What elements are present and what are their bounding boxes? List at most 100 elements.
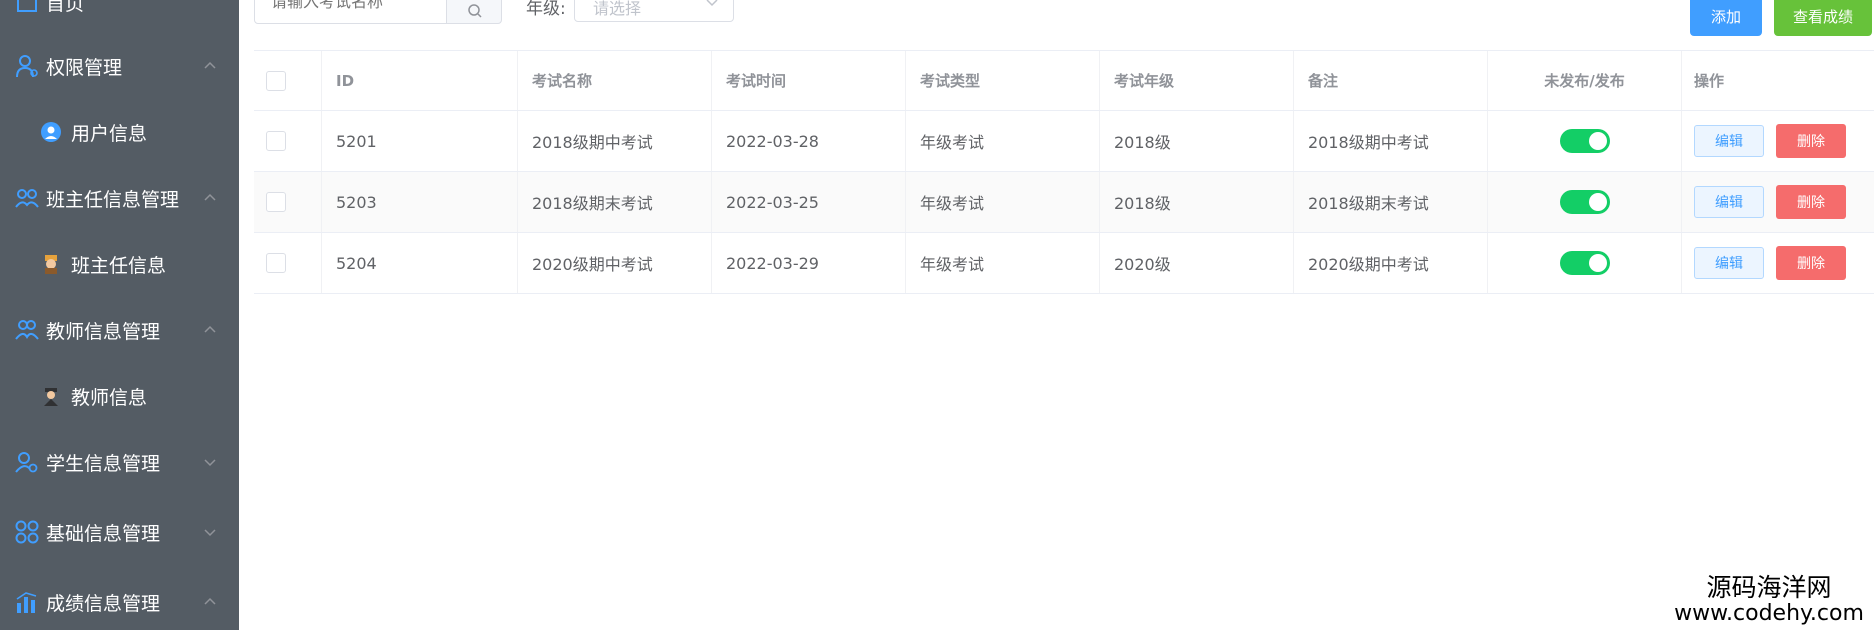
cell-publish xyxy=(1488,111,1682,171)
chevron-up-icon[interactable] xyxy=(203,323,217,337)
cell-remark: 2018级期中考试 xyxy=(1294,111,1488,171)
column-header[interactable]: 考试类型 xyxy=(906,51,1100,110)
delete-button[interactable]: 删除 xyxy=(1776,124,1846,158)
cell-publish xyxy=(1488,172,1682,232)
chevron-down-icon[interactable] xyxy=(203,525,217,539)
publish-toggle[interactable] xyxy=(1559,190,1610,214)
add-button[interactable]: 添加 xyxy=(1690,0,1762,36)
view-scores-button[interactable]: 查看成绩 xyxy=(1774,0,1872,36)
sidebar-subitem-label: 班主任信息 xyxy=(71,254,167,277)
row-select-cell xyxy=(254,172,322,232)
cell-id: 5203 xyxy=(322,172,518,232)
sidebar-item-teacher-mgmt[interactable]: 教师信息管理 xyxy=(0,300,239,360)
sidebar-subitem-teacher-info[interactable]: 教师信息 xyxy=(0,366,239,426)
students-icon xyxy=(15,452,38,473)
row-checkbox[interactable] xyxy=(266,253,286,273)
sidebar-item-student-mgmt[interactable]: 学生信息管理 xyxy=(0,432,239,492)
column-header[interactable]: 考试名称 xyxy=(518,51,712,110)
watermark-cn: 源码海洋网 xyxy=(1706,573,1832,602)
edit-button[interactable]: 编辑 xyxy=(1694,125,1764,157)
sidebar-item-basic-mgmt[interactable]: 基础信息管理 xyxy=(0,502,239,562)
toggle-knob xyxy=(1588,193,1607,211)
sidebar-subitem-head-teacher-info[interactable]: 班主任信息 xyxy=(0,234,239,294)
toggle-knob xyxy=(1588,132,1607,150)
column-header[interactable]: 考试年级 xyxy=(1100,51,1294,110)
select-all-checkbox[interactable] xyxy=(266,70,286,91)
cell-remark: 2018级期末考试 xyxy=(1294,172,1488,232)
cell-type: 年级考试 xyxy=(906,172,1100,232)
exam-table: ID 考试名称 考试时间 考试类型 考试年级 备注 未发布/发布 操作 5201… xyxy=(254,50,1874,296)
sidebar-item-label: 成绩信息管理 xyxy=(46,592,161,615)
sidebar-subitem-label: 用户信息 xyxy=(71,122,148,145)
sidebar: 首页 权限管理 用户信息 班主任信息管理 班主任信息 教师信息管理 教师信息 学… xyxy=(0,0,239,630)
table-row: 5204 2020级期中考试 2022-03-29 年级考试 2020级 202… xyxy=(254,233,1874,294)
watermark: 源码海洋网 www.codehy.com xyxy=(1664,574,1874,626)
row-select-cell xyxy=(254,233,322,293)
cell-remark: 2020级期中考试 xyxy=(1294,233,1488,293)
search-input[interactable] xyxy=(255,0,443,21)
bar-chart-icon xyxy=(16,592,37,613)
sidebar-subitem-user-info[interactable]: 用户信息 xyxy=(0,102,239,162)
cell-date: 2022-03-25 xyxy=(712,172,906,232)
cell-grade: 2018级 xyxy=(1100,172,1294,232)
cell-grade: 2018级 xyxy=(1100,111,1294,171)
cell-id: 5201 xyxy=(322,111,518,171)
grade-select[interactable]: 请选择 xyxy=(574,0,734,22)
cell-name: 2018级期中考试 xyxy=(518,111,712,171)
edit-button[interactable]: 编辑 xyxy=(1694,186,1764,218)
cell-type: 年级考试 xyxy=(906,233,1100,293)
search-button[interactable] xyxy=(446,0,502,24)
column-header[interactable]: ID xyxy=(322,51,518,110)
edit-button[interactable]: 编辑 xyxy=(1694,247,1764,279)
sidebar-item-label: 教师信息管理 xyxy=(46,320,161,343)
publish-toggle[interactable] xyxy=(1559,251,1610,275)
table-row: 5203 2018级期末考试 2022-03-25 年级考试 2018级 201… xyxy=(254,172,1874,233)
chevron-up-icon[interactable] xyxy=(203,595,217,609)
cell-name: 2020级期中考试 xyxy=(518,233,712,293)
cell-id: 5204 xyxy=(322,233,518,293)
table-row: 5201 2018级期中考试 2022-03-28 年级考试 2018级 201… xyxy=(254,111,1874,172)
chevron-down-icon[interactable] xyxy=(203,455,217,469)
toggle-knob xyxy=(1588,254,1607,272)
table-header-row: ID 考试名称 考试时间 考试类型 考试年级 备注 未发布/发布 操作 xyxy=(254,51,1874,111)
user-shield-icon xyxy=(16,55,38,78)
cell-name: 2018级期末考试 xyxy=(518,172,712,232)
sidebar-item-label: 班主任信息管理 xyxy=(46,188,180,211)
sidebar-subitem-label: 教师信息 xyxy=(71,386,148,409)
head-teacher-icon xyxy=(45,255,57,274)
grade-select-placeholder: 请选择 xyxy=(593,0,642,18)
search-icon xyxy=(468,4,482,18)
sidebar-item-home[interactable]: 首页 xyxy=(0,0,239,32)
row-checkbox[interactable] xyxy=(266,131,286,151)
sidebar-item-label: 学生信息管理 xyxy=(46,452,161,475)
cell-date: 2022-03-28 xyxy=(712,111,906,171)
sidebar-item-score-mgmt[interactable]: 成绩信息管理 xyxy=(0,572,239,632)
select-all-cell xyxy=(254,51,322,110)
grade-label: 年级: xyxy=(526,0,566,19)
sidebar-item-head-teacher-mgmt[interactable]: 班主任信息管理 xyxy=(0,168,239,228)
delete-button[interactable]: 删除 xyxy=(1776,185,1846,219)
cell-type: 年级考试 xyxy=(906,111,1100,171)
home-icon xyxy=(17,0,37,12)
delete-button[interactable]: 删除 xyxy=(1776,246,1846,280)
grid-icon xyxy=(15,520,39,544)
cell-date: 2022-03-29 xyxy=(712,233,906,293)
column-header[interactable]: 未发布/发布 xyxy=(1488,51,1682,110)
cell-actions: 编辑 删除 xyxy=(1682,111,1874,171)
sidebar-item-permissions[interactable]: 权限管理 xyxy=(0,36,239,96)
sidebar-item-label: 基础信息管理 xyxy=(46,522,161,545)
user-info-icon xyxy=(41,122,61,142)
cell-actions: 编辑 删除 xyxy=(1682,233,1874,293)
cell-grade: 2020级 xyxy=(1100,233,1294,293)
chevron-up-icon[interactable] xyxy=(203,191,217,205)
column-header[interactable]: 操作 xyxy=(1682,51,1874,110)
row-checkbox[interactable] xyxy=(266,192,286,212)
chevron-up-icon[interactable] xyxy=(203,59,217,73)
chevron-down-icon xyxy=(706,0,718,7)
cell-publish xyxy=(1488,233,1682,293)
teachers-icon xyxy=(15,320,39,340)
publish-toggle[interactable] xyxy=(1559,129,1610,153)
team-icon xyxy=(15,189,39,208)
column-header[interactable]: 备注 xyxy=(1294,51,1488,110)
column-header[interactable]: 考试时间 xyxy=(712,51,906,110)
